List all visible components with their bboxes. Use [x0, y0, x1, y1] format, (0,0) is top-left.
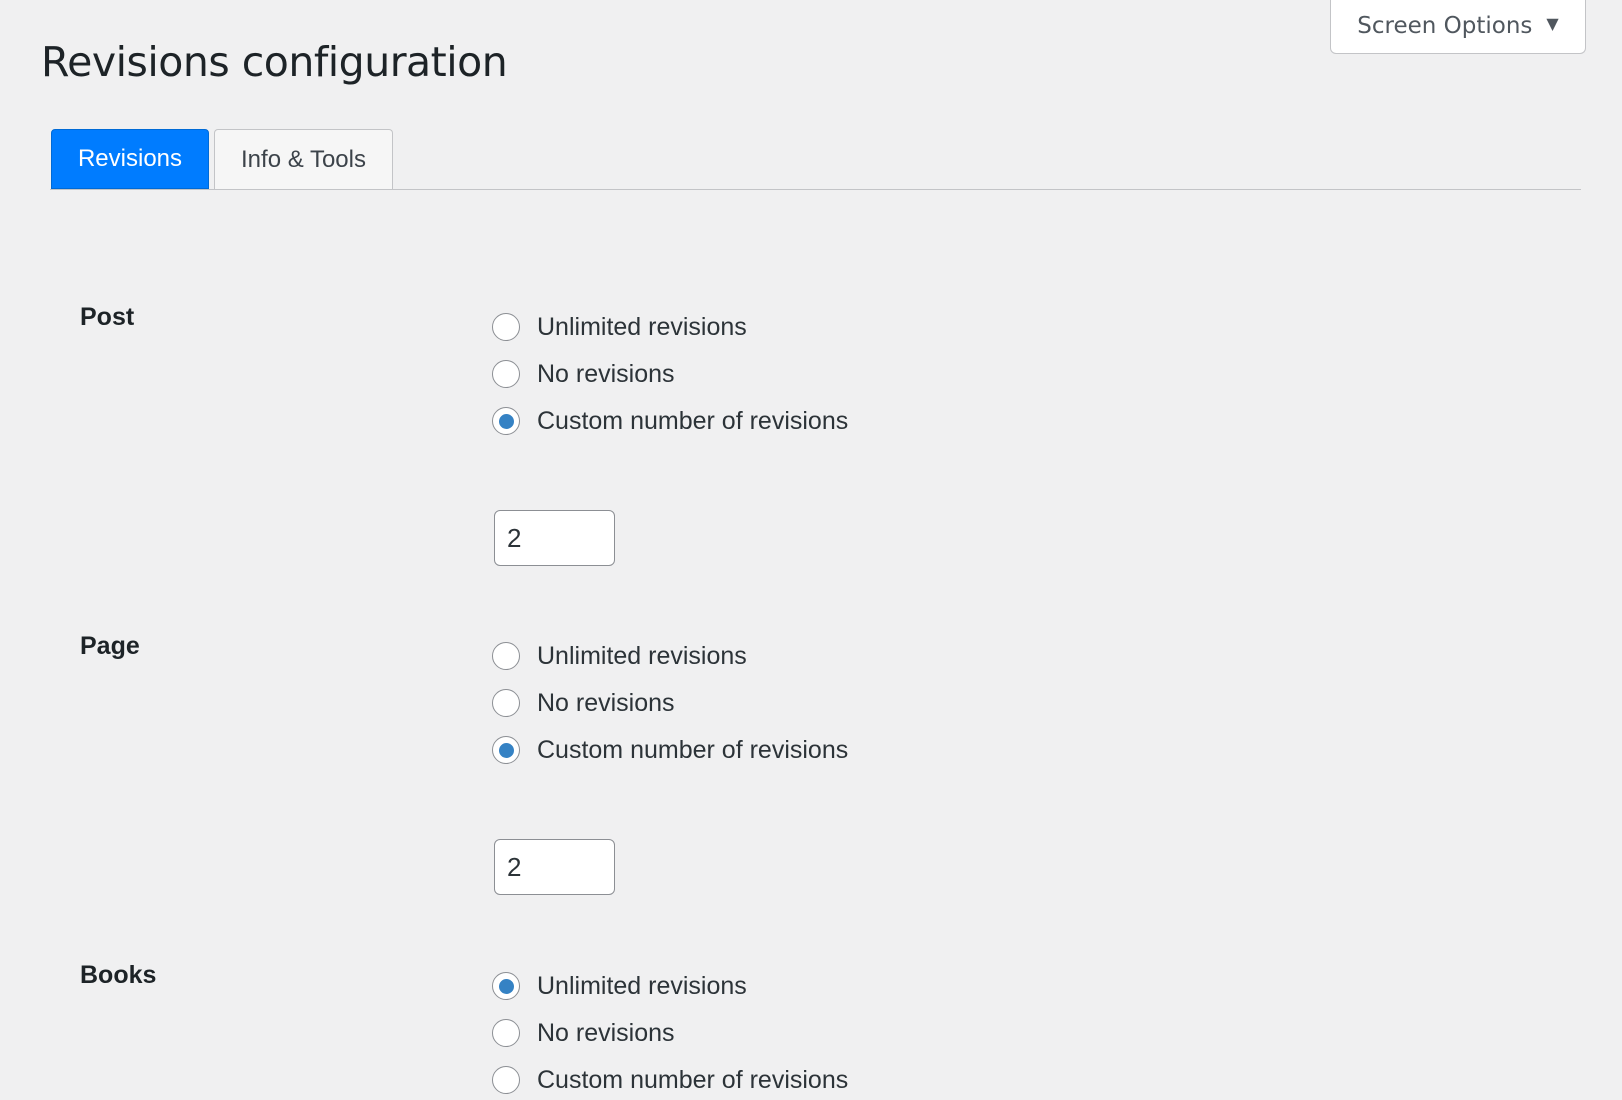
- page-radio-unlimited[interactable]: Unlimited revisions: [492, 639, 747, 673]
- screen-options-label: Screen Options: [1357, 12, 1533, 39]
- page-radio-none[interactable]: No revisions: [492, 686, 675, 720]
- books-radio-custom[interactable]: Custom number of revisions: [492, 1063, 848, 1097]
- radio-label: Custom number of revisions: [537, 735, 849, 764]
- books-radio-none[interactable]: No revisions: [492, 1016, 675, 1050]
- radio-button-checked[interactable]: [492, 736, 520, 764]
- radio-label: Unlimited revisions: [537, 312, 747, 341]
- section-label-books: Books: [80, 961, 157, 989]
- radio-button[interactable]: [492, 360, 520, 388]
- tab-info-tools[interactable]: Info & Tools: [214, 129, 393, 189]
- radio-button-checked[interactable]: [492, 407, 520, 435]
- screen-options-button[interactable]: Screen Options ▼: [1330, 0, 1586, 54]
- page-radio-custom[interactable]: Custom number of revisions: [492, 733, 848, 767]
- radio-label: No revisions: [537, 359, 675, 388]
- radio-button[interactable]: [492, 313, 520, 341]
- radio-button[interactable]: [492, 1066, 520, 1094]
- tab-revisions[interactable]: Revisions: [51, 129, 209, 189]
- section-label-post: Post: [80, 303, 135, 331]
- radio-button[interactable]: [492, 689, 520, 717]
- books-radio-unlimited[interactable]: Unlimited revisions: [492, 969, 747, 1003]
- radio-label: No revisions: [537, 1018, 675, 1047]
- post-radio-none[interactable]: No revisions: [492, 357, 675, 391]
- post-custom-revisions-input[interactable]: [494, 510, 615, 566]
- radio-label: Custom number of revisions: [537, 406, 849, 435]
- section-label-page: Page: [80, 632, 140, 660]
- radio-label: Unlimited revisions: [537, 641, 747, 670]
- radio-label: Unlimited revisions: [537, 971, 747, 1000]
- radio-label: No revisions: [537, 688, 675, 717]
- post-radio-custom[interactable]: Custom number of revisions: [492, 404, 848, 438]
- radio-button-checked[interactable]: [492, 972, 520, 1000]
- radio-button[interactable]: [492, 1019, 520, 1047]
- triangle-down-icon: ▼: [1546, 14, 1559, 33]
- page-title: Revisions configuration: [41, 38, 508, 86]
- radio-label: Custom number of revisions: [537, 1065, 849, 1094]
- tab-bar: Revisions Info & Tools: [50, 129, 1581, 190]
- radio-button[interactable]: [492, 642, 520, 670]
- page-custom-revisions-input[interactable]: [494, 839, 615, 895]
- post-radio-unlimited[interactable]: Unlimited revisions: [492, 310, 747, 344]
